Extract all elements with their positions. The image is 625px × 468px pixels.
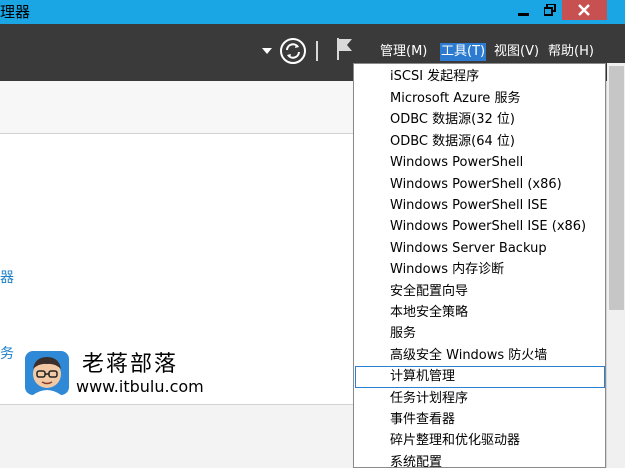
refresh-icon[interactable]	[280, 38, 306, 64]
menu-tools[interactable]: 工具(T)	[440, 43, 487, 61]
menu-item-powershell-ise-x86[interactable]: Windows PowerShell ISE (x86)	[355, 216, 605, 238]
menu-item-computer-management[interactable]: 计算机管理	[355, 366, 605, 388]
menu-item-odbc64[interactable]: ODBC 数据源(64 位)	[355, 131, 605, 153]
sidebar-link-1[interactable]: 器	[0, 267, 14, 287]
menu-item-local-security-policy[interactable]: 本地安全策略	[355, 302, 605, 324]
menu-item-iscsi[interactable]: iSCSI 发起程序	[355, 66, 605, 88]
restore-icon	[544, 4, 556, 16]
header-separator	[316, 41, 318, 61]
menu-item-powershell[interactable]: Windows PowerShell	[355, 152, 605, 174]
menu-help[interactable]: 帮助(H)	[548, 43, 594, 61]
top-band	[0, 81, 360, 134]
menu-item-azure[interactable]: Microsoft Azure 服务	[355, 88, 605, 110]
watermark-title: 老蒋部落	[82, 352, 179, 377]
title-bar: 理器	[0, 0, 625, 24]
watermark-avatar	[25, 351, 69, 395]
menu-manage[interactable]: 管理(M)	[380, 43, 427, 61]
sidebar-link-2[interactable]: 务	[0, 343, 14, 363]
minimize-button[interactable]	[510, 0, 538, 20]
close-button[interactable]	[562, 0, 607, 20]
flag-icon[interactable]	[336, 37, 354, 61]
menu-item-system-config[interactable]: 系统配置	[355, 452, 605, 467]
menu-item-event-viewer[interactable]: 事件查看器	[355, 409, 605, 431]
menu-item-services[interactable]: 服务	[355, 323, 605, 345]
bottom-band	[0, 404, 360, 468]
tools-dropdown-menu: iSCSI 发起程序 Microsoft Azure 服务 ODBC 数据源(3…	[353, 63, 606, 468]
close-icon	[578, 4, 590, 16]
restore-button[interactable]	[536, 0, 564, 20]
menu-item-task-scheduler[interactable]: 任务计划程序	[355, 388, 605, 410]
dropdown-arrow-icon[interactable]	[262, 48, 272, 54]
menu-item-defrag[interactable]: 碎片整理和优化驱动器	[355, 430, 605, 452]
window-title: 理器	[0, 3, 31, 21]
menu-item-firewall[interactable]: 高级安全 Windows 防火墙	[355, 345, 605, 367]
menu-item-server-backup[interactable]: Windows Server Backup	[355, 238, 605, 260]
menu-item-odbc32[interactable]: ODBC 数据源(32 位)	[355, 109, 605, 131]
menu-item-powershell-x86[interactable]: Windows PowerShell (x86)	[355, 174, 605, 196]
scrollbar-thumb[interactable]	[609, 66, 624, 310]
menu-view[interactable]: 视图(V)	[494, 43, 539, 61]
menu-item-powershell-ise[interactable]: Windows PowerShell ISE	[355, 195, 605, 217]
minimize-icon	[518, 13, 529, 16]
menu-item-security-config-wizard[interactable]: 安全配置向导	[355, 281, 605, 303]
menu-item-memory-diagnostic[interactable]: Windows 内存诊断	[355, 259, 605, 281]
watermark-url: www.itbulu.com	[76, 377, 204, 396]
